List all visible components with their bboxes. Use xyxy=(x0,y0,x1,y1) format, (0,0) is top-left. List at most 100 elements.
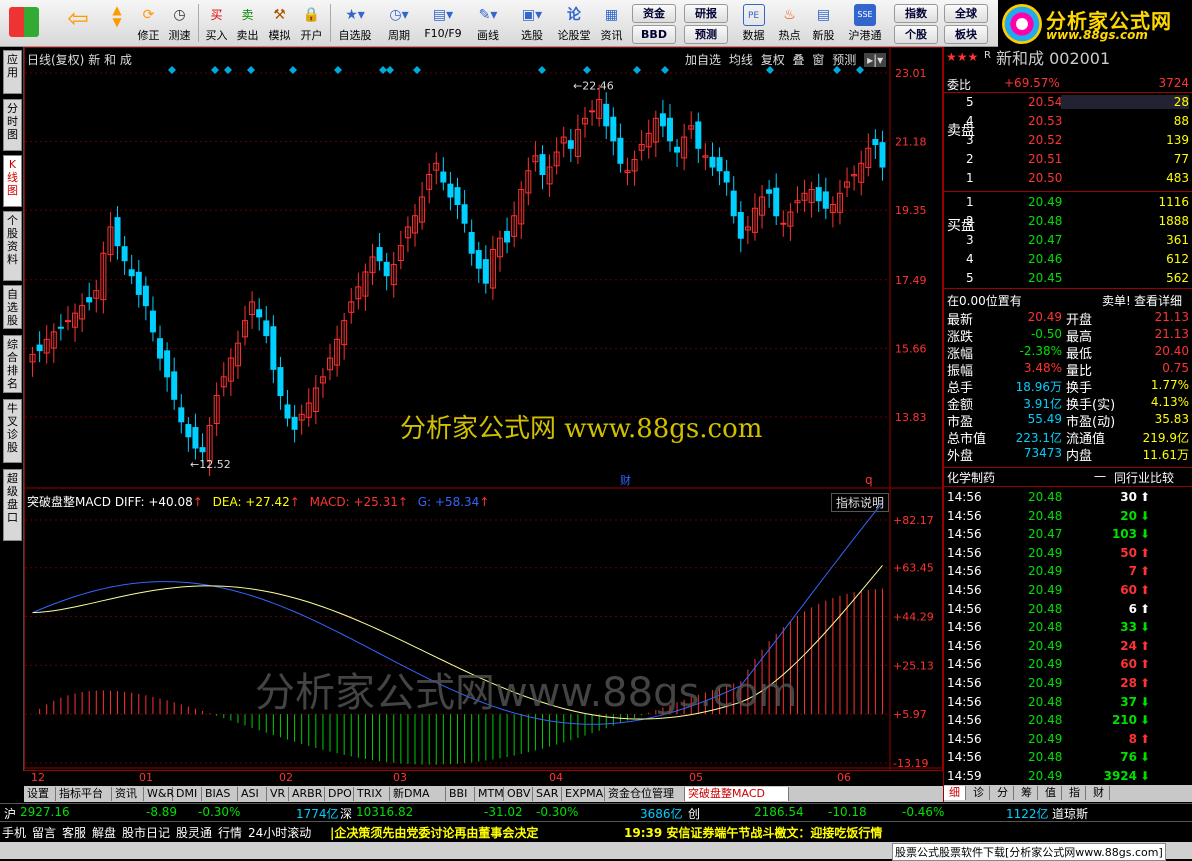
news-link[interactable]: 24小时滚动 xyxy=(248,824,311,841)
app-logo-icon[interactable] xyxy=(4,2,44,45)
indicator-tab[interactable]: BIAS xyxy=(202,787,238,801)
right-tab[interactable]: 诊 xyxy=(968,786,990,800)
indicator-tab[interactable]: DPO xyxy=(325,787,354,801)
global-button[interactable]: 全球 xyxy=(944,4,988,23)
ma-button[interactable]: 均线 xyxy=(729,53,753,67)
event-marker-icon[interactable] xyxy=(583,66,591,74)
news-ticker[interactable]: 19:39 安信证券端午节战斗檄文：迎接吃饭行情 xyxy=(624,824,882,841)
kline-chart-area[interactable]: 23.01 21.18 19.35 17.49 15.66 13.83 ←22.46 ←12.… xyxy=(24,47,943,784)
event-marker-icon[interactable] xyxy=(247,66,255,74)
sell-row[interactable]: 1 20.50 483 xyxy=(944,170,1192,188)
event-marker-icon[interactable] xyxy=(168,66,176,74)
indicator-tab[interactable]: 指标平台 xyxy=(56,787,112,801)
compare-button[interactable]: 同行业比较 xyxy=(1114,469,1174,486)
right-tab[interactable]: 分 xyxy=(992,786,1014,800)
indicator-tab[interactable]: ASI xyxy=(238,787,267,801)
news-button[interactable]: ▦ 资讯 xyxy=(596,2,627,45)
tab-super-panel[interactable]: 超级盘口 xyxy=(3,469,22,541)
news-link[interactable]: 行情 xyxy=(218,824,242,841)
event-marker-icon[interactable] xyxy=(538,66,546,74)
indicator-tab[interactable]: 设置 xyxy=(24,787,56,801)
add-watch-button[interactable]: 加自选 xyxy=(685,53,721,67)
right-tab[interactable]: 指 xyxy=(1064,786,1086,800)
indicator-tab[interactable]: ARBR xyxy=(289,787,325,801)
right-tab[interactable]: 财 xyxy=(1088,786,1110,800)
back-button[interactable]: ⇦ xyxy=(60,2,96,45)
sell-row[interactable]: 3 20.52 139 xyxy=(944,132,1192,150)
indicator-tab[interactable]: DMI xyxy=(173,787,202,801)
f10-button[interactable]: ▤▾ F10/F9 xyxy=(422,2,464,45)
adjust-button[interactable]: 复权 xyxy=(761,53,785,67)
forum-button[interactable]: 论论股堂 xyxy=(556,2,592,45)
news-link[interactable]: 股灵通 xyxy=(176,824,212,841)
data-button[interactable]: PE 数据 xyxy=(738,2,769,45)
event-marker-icon[interactable] xyxy=(661,66,669,74)
period-button[interactable]: ◷▾ 周期 xyxy=(378,2,420,45)
buy-button[interactable]: 买买入 xyxy=(201,2,232,45)
research-button[interactable]: 研报 xyxy=(684,4,728,23)
buy-row[interactable]: 4 20.46 612 xyxy=(944,251,1192,269)
event-marker-icon[interactable] xyxy=(633,66,641,74)
watchlist-button[interactable]: ★▾ 自选股 xyxy=(334,2,376,45)
bbd-button[interactable]: BBD xyxy=(632,25,676,44)
event-marker-icon[interactable] xyxy=(211,66,219,74)
news-ticker[interactable]: |企决策须先由党委讨论再由董事会决定 xyxy=(330,824,538,841)
news-link[interactable]: 解盘 xyxy=(92,824,116,841)
indicator-tab[interactable]: BBI xyxy=(446,787,475,801)
fund-button[interactable]: 资金 xyxy=(632,4,676,23)
sector-button[interactable]: 板块 xyxy=(944,25,988,44)
speedtest-button[interactable]: ◷ 测速 xyxy=(164,2,195,45)
right-tab[interactable]: 筹 xyxy=(1016,786,1038,800)
news-link[interactable]: 留言 xyxy=(32,824,56,841)
indicator-tab[interactable]: EXPMA xyxy=(562,787,605,801)
tab-ranking[interactable]: 综合排名 xyxy=(3,335,22,393)
indicator-tab[interactable]: 资金仓位管理 xyxy=(605,787,685,801)
indicator-tab[interactable]: TRIX xyxy=(354,787,390,801)
buy-row[interactable]: 2 20.48 1888 xyxy=(944,213,1192,231)
indicator-help-button[interactable]: 指标说明 xyxy=(831,493,890,512)
right-tab[interactable]: 值 xyxy=(1040,786,1062,800)
sell-row[interactable]: 5 20.54 28 xyxy=(944,94,1192,112)
news-link[interactable]: 客服 xyxy=(62,824,86,841)
indicator-tab[interactable]: MTM xyxy=(475,787,504,801)
q-marker[interactable]: q xyxy=(865,473,873,487)
revise-button[interactable]: ⟳ 修正 xyxy=(133,2,164,45)
simulate-button[interactable]: ⚒ 模拟 xyxy=(264,2,295,45)
buy-row[interactable]: 5 20.45 562 xyxy=(944,270,1192,288)
site-link[interactable]: 股票公式股票软件下载[分析家公式网www.88gs.com] xyxy=(892,843,1166,861)
indicator-tab[interactable]: 新DMA xyxy=(390,787,446,801)
news-link[interactable]: 手机 xyxy=(2,824,26,841)
predict-button[interactable]: 预测 xyxy=(832,53,856,67)
indicator-tab[interactable]: VR xyxy=(267,787,289,801)
window-button[interactable]: 窗 xyxy=(812,53,824,67)
indicator-tab[interactable]: W&R xyxy=(144,787,174,801)
tab-app[interactable]: 应用 xyxy=(3,50,22,94)
hk-connect-button[interactable]: SSE 沪港通 xyxy=(846,2,884,45)
overlay-button[interactable]: 叠 xyxy=(793,53,805,67)
hotspot-button[interactable]: ♨ 热点 xyxy=(774,2,805,45)
tab-minute-chart[interactable]: 分时图 xyxy=(3,99,22,151)
stock-select-button[interactable]: ▣▾ 选股 xyxy=(512,2,552,45)
tab-stock-info[interactable]: 个股资料 xyxy=(3,211,22,281)
right-tab[interactable]: 细 xyxy=(944,786,966,800)
indicator-tab[interactable]: 资讯 xyxy=(112,787,144,801)
up-down-button[interactable]: ▲ ▼ xyxy=(103,2,131,45)
sell-button[interactable]: 卖卖出 xyxy=(232,2,263,45)
collapse-icon[interactable]: — xyxy=(1094,469,1106,483)
financial-marker[interactable]: 财 xyxy=(620,473,631,487)
tab-k-chart[interactable]: K线图 xyxy=(3,155,22,207)
panel-toggle-icon[interactable]: ▸|▾ xyxy=(864,53,887,67)
buy-row[interactable]: 1 20.49 1116 xyxy=(944,194,1192,212)
tab-watchlist[interactable]: 自选股 xyxy=(3,285,22,329)
tab-diagnosis[interactable]: 牛叉诊股 xyxy=(3,399,22,463)
indicator-tab[interactable]: OBV xyxy=(504,787,533,801)
new-stock-button[interactable]: ▤ 新股 xyxy=(808,2,839,45)
news-link[interactable]: 股市日记 xyxy=(122,824,170,841)
indicator-tab[interactable]: 突破盘整MACD xyxy=(685,787,789,801)
indicator-tab[interactable]: SAR xyxy=(533,787,562,801)
index-button[interactable]: 指数 xyxy=(894,4,938,23)
event-marker-icon[interactable] xyxy=(413,66,421,74)
buy-row[interactable]: 3 20.47 361 xyxy=(944,232,1192,250)
sell-row[interactable]: 4 20.53 88 xyxy=(944,113,1192,131)
event-marker-icon[interactable] xyxy=(386,66,394,74)
